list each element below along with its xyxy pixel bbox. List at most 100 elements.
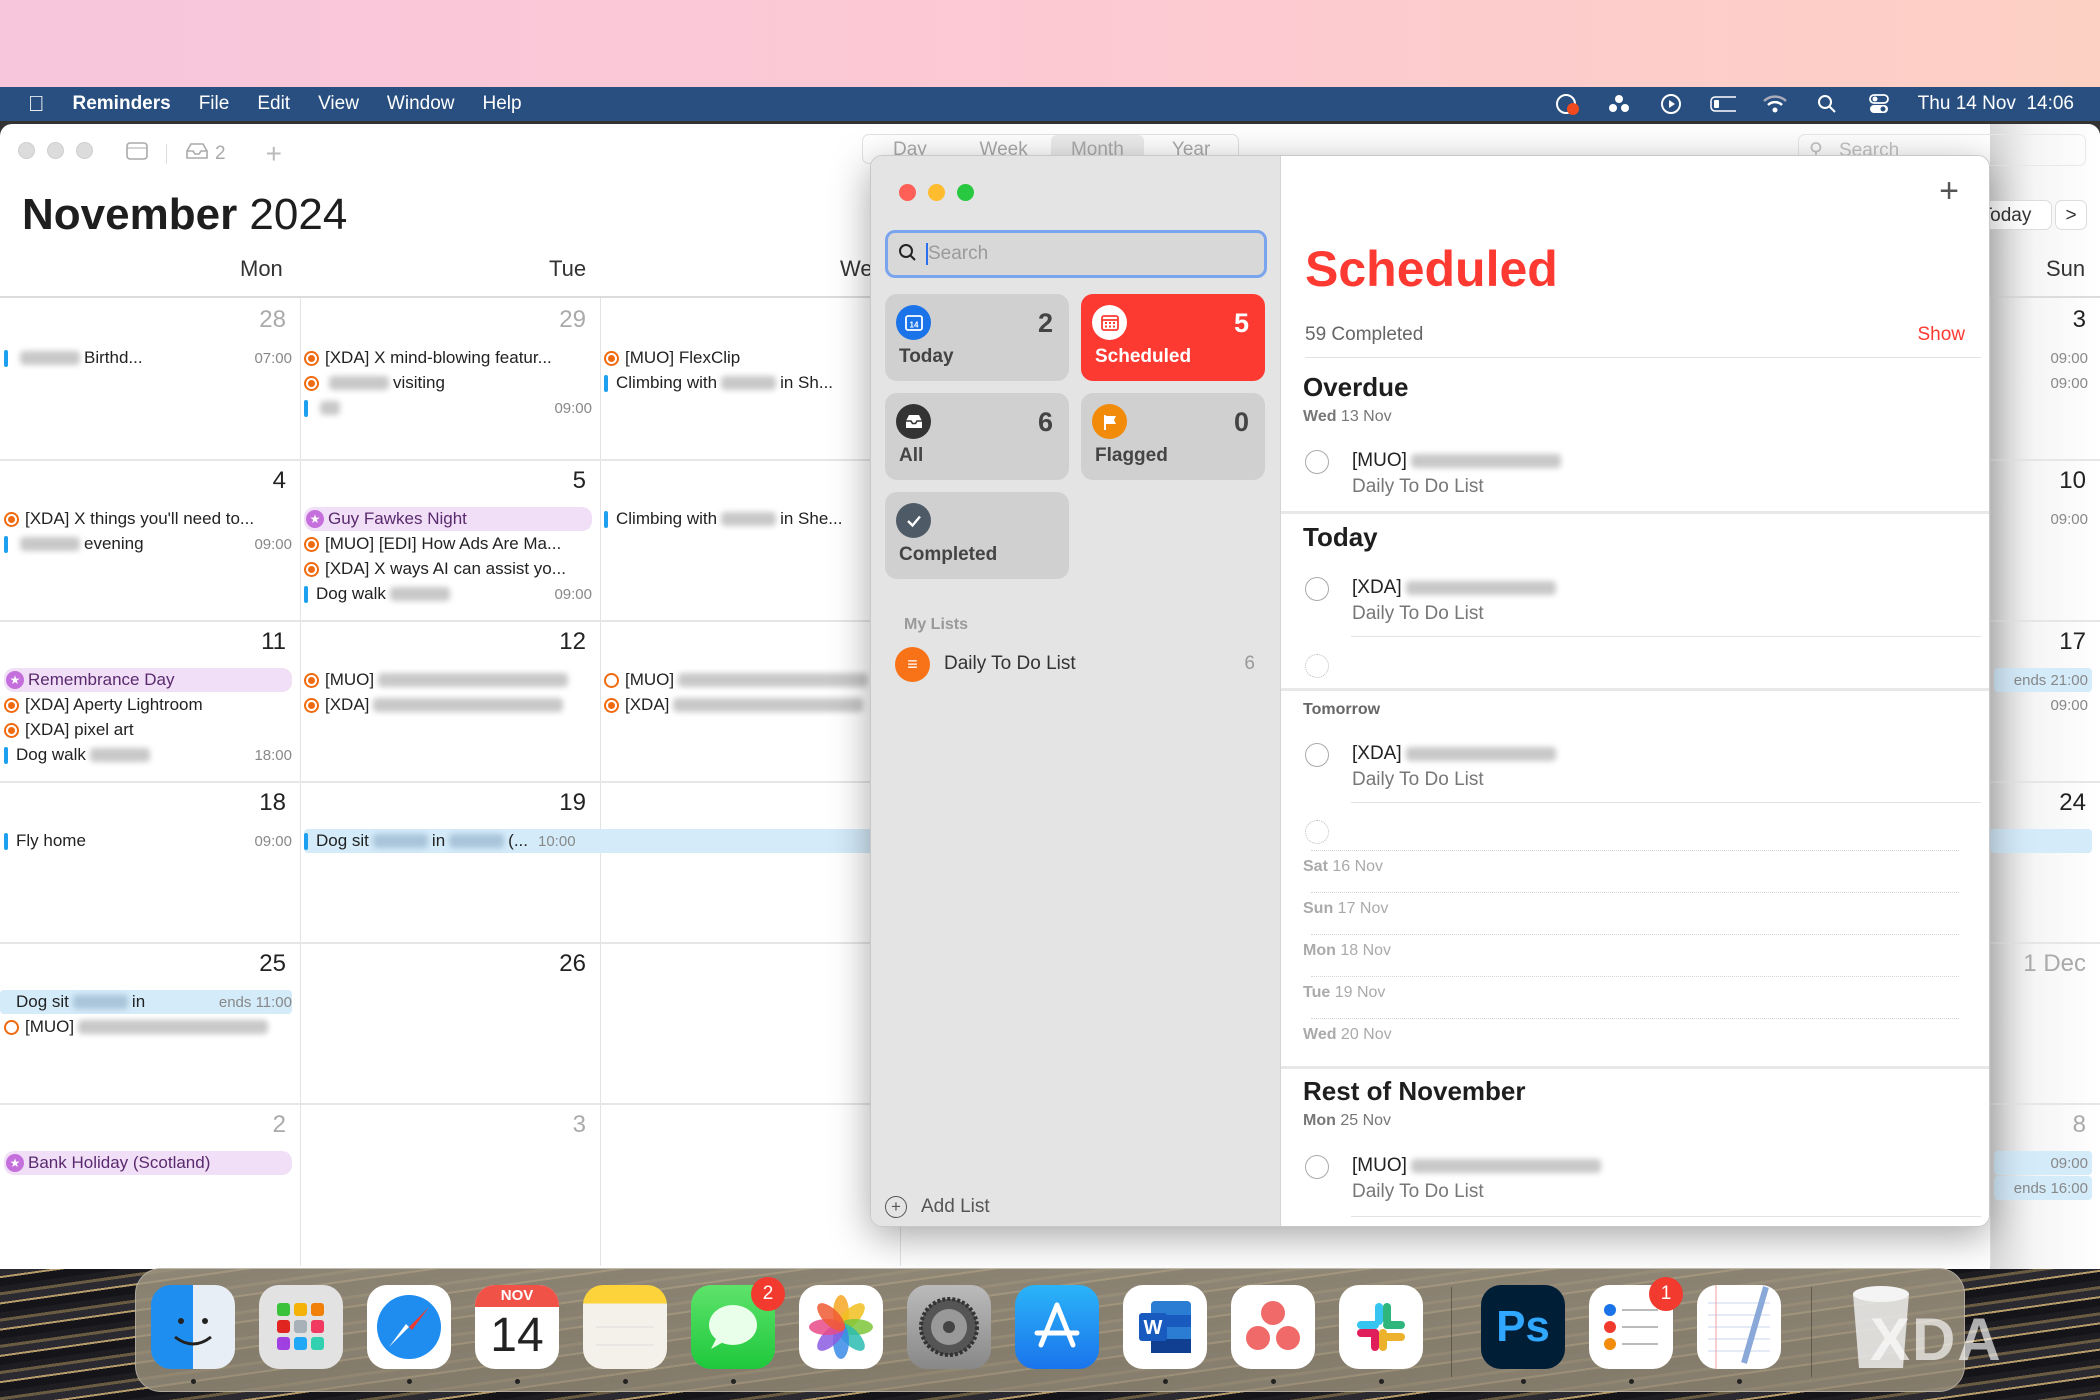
calendar-event[interactable]: 09:00 — [1994, 371, 2092, 395]
dock-app-calendar[interactable]: NOV 14 — [475, 1285, 559, 1369]
dock-app-messages[interactable]: 2 — [691, 1277, 785, 1369]
dock-app-system-settings[interactable] — [907, 1285, 991, 1369]
calendar-event[interactable]: Birthd... 07:00 — [4, 346, 292, 370]
calendar-event[interactable]: [XDA] X mind-blowing featur... — [304, 346, 592, 370]
calendar-event[interactable]: Dog walk 18:00 — [4, 743, 292, 767]
calendar-event[interactable]: visiting — [304, 371, 592, 395]
day-cell[interactable]: 2 — [600, 781, 906, 942]
list-item-daily-to-do[interactable]: ≡ Daily To Do List 6 — [895, 646, 1255, 682]
dock-app-launchpad[interactable] — [259, 1285, 343, 1369]
complete-checkbox[interactable] — [1305, 450, 1329, 474]
new-reminder-placeholder[interactable] — [1305, 650, 1905, 710]
day-cell[interactable]: 4 [XDA] X things you'll need to... evening… — [0, 459, 300, 620]
show-completed-button[interactable]: Show — [1917, 324, 1965, 346]
reminders-minimize-button[interactable] — [928, 184, 945, 201]
smart-list-today[interactable]: 14 2 Today — [885, 294, 1069, 381]
apple-menu-icon[interactable]:  — [28, 91, 45, 117]
calendar-event[interactable]: ★ Remembrance Day — [4, 668, 292, 692]
dock-app-app-store[interactable] — [1015, 1285, 1099, 1369]
calendar-event[interactable]: [MUO] — [304, 668, 592, 692]
inbox-button[interactable]: 2 — [185, 142, 226, 166]
day-cell[interactable]: 1[MUO][XDA] — [600, 620, 906, 781]
dock-app-safari[interactable] — [367, 1285, 451, 1369]
calendar-event[interactable]: Climbing within She...09 — [604, 507, 892, 531]
calendar-minimize-button[interactable] — [47, 142, 64, 159]
control-center-icon[interactable] — [1866, 94, 1892, 114]
day-cell[interactable]: 28 Birthd... 07:00 — [0, 298, 300, 459]
reminder-title[interactable]: [MUO] — [1352, 450, 1565, 472]
calendar-event[interactable]: ★ Guy Fawkes Night — [304, 507, 592, 531]
dock-app-textedit[interactable] — [1697, 1285, 1781, 1369]
smart-list-flagged[interactable]: 0 Flagged — [1081, 393, 1265, 480]
future-day-header[interactable]: Sat 16 Nov — [1303, 858, 1383, 876]
calendar-event[interactable]: 09:00 — [1994, 693, 2092, 717]
calendar-event[interactable]: [XDA] — [304, 693, 592, 717]
day-cell[interactable]: 29 [XDA] X mind-blowing featur... visiting… — [300, 298, 600, 459]
day-cell-sunday[interactable]: 10 09:00 — [1990, 459, 2100, 620]
calendar-list-icon[interactable] — [126, 141, 148, 167]
calendar-event[interactable]: 09:00 — [1994, 346, 2092, 370]
add-event-button[interactable]: + — [266, 138, 282, 170]
calendar-event[interactable]: [MUO] — [4, 1015, 292, 1039]
day-cell[interactable]: 2 — [600, 942, 906, 1103]
future-day-header[interactable]: Mon 18 Nov — [1303, 942, 1391, 960]
day-cell-sunday[interactable]: 3 09:00 09:00 — [1990, 298, 2100, 459]
calendar-event[interactable]: Climbing within Sh...09 — [604, 371, 892, 395]
day-cell-sunday[interactable]: 24 — [1990, 781, 2100, 942]
add-reminder-button[interactable]: + — [1939, 172, 1959, 211]
future-day-header[interactable]: Wed 20 Nov — [1303, 1026, 1392, 1044]
next-month-button[interactable]: > — [2055, 200, 2087, 230]
wifi-icon[interactable] — [1762, 94, 1788, 114]
calendar-event[interactable]: 09:00 — [304, 396, 592, 420]
menu-edit[interactable]: Edit — [257, 93, 290, 115]
calendar-event[interactable]: [MUO] FlexClip — [604, 346, 892, 370]
menu-help[interactable]: Help — [483, 93, 522, 115]
reminder-title[interactable]: [XDA] — [1352, 743, 1560, 765]
creative-cloud-icon[interactable] — [1554, 94, 1580, 115]
battery-icon[interactable] — [1709, 94, 1736, 114]
day-cell[interactable]: 2 ★ Bank Holiday (Scotland) — [0, 1103, 300, 1264]
menu-window[interactable]: Window — [387, 93, 455, 115]
day-cell[interactable]: 12 [MUO] [XDA] — [300, 620, 600, 781]
dock-app-reminders[interactable]: 1 — [1589, 1277, 1683, 1369]
dock-app-notes[interactable] — [583, 1285, 667, 1369]
dock-app-finder[interactable] — [151, 1285, 235, 1369]
complete-checkbox[interactable] — [1305, 743, 1329, 767]
dock-app-photos[interactable] — [799, 1285, 883, 1369]
day-cell-sunday[interactable]: 17 ends 21:00 09:00 — [1990, 620, 2100, 781]
reminder-title[interactable]: [MUO] — [1352, 1155, 1605, 1177]
new-reminder-placeholder[interactable] — [1305, 816, 1905, 876]
smart-list-all[interactable]: 6 All — [885, 393, 1069, 480]
day-cell[interactable]: 3[MUO] FlexClipClimbing within Sh...09 — [600, 298, 906, 459]
calendar-event[interactable]: [XDA] Aperty Lightroom — [4, 693, 292, 717]
day-cell[interactable]: 25 Dog sit in ends 11:00 [MUO] — [0, 942, 300, 1103]
reminder-title[interactable]: [XDA] — [1352, 577, 1560, 599]
day-cell[interactable]: 19 Dog sit in (... 10:00 — [300, 781, 920, 942]
calendar-event[interactable]: ends 16:00 — [1994, 1176, 2092, 1200]
menu-app-name[interactable]: Reminders — [73, 93, 171, 115]
smart-list-scheduled[interactable]: 5 Scheduled — [1081, 294, 1265, 381]
calendar-event[interactable]: Dog sit in ends 11:00 — [0, 990, 292, 1014]
control-dots-icon[interactable] — [1606, 94, 1632, 114]
dock-app-slack[interactable] — [1339, 1285, 1423, 1369]
multi-day-event-continuation[interactable] — [1990, 829, 2092, 853]
reminders-zoom-button[interactable] — [957, 184, 974, 201]
calendar-event[interactable]: 09:00 — [1994, 507, 2092, 531]
dock-app-microsoft-word[interactable]: W — [1123, 1285, 1207, 1369]
calendar-event[interactable]: ★ Bank Holiday (Scotland) — [4, 1151, 292, 1175]
calendar-event[interactable]: [XDA] X ways AI can assist yo... — [304, 557, 592, 581]
add-list-button[interactable]: + Add List — [885, 1196, 990, 1218]
day-cell[interactable]: 3 — [300, 1103, 600, 1264]
menu-clock[interactable]: Thu 14 Nov 14:06 — [1918, 93, 2074, 115]
day-cell-sunday[interactable]: 8 09:00 ends 16:00 — [1990, 1103, 2100, 1264]
day-cell[interactable] — [600, 1103, 900, 1264]
calendar-event[interactable]: [MUO] — [604, 668, 892, 692]
future-day-header[interactable]: Sun 17 Nov — [1303, 900, 1388, 918]
complete-checkbox[interactable] — [1305, 577, 1329, 601]
calendar-event[interactable]: [XDA] — [604, 693, 892, 717]
menu-file[interactable]: File — [199, 93, 230, 115]
calendar-zoom-button[interactable] — [76, 142, 93, 159]
calendar-event[interactable]: 09:00 — [1994, 1151, 2092, 1175]
calendar-event[interactable]: evening 09:00 — [4, 532, 292, 556]
future-day-header[interactable]: Tue 19 Nov — [1303, 984, 1385, 1002]
